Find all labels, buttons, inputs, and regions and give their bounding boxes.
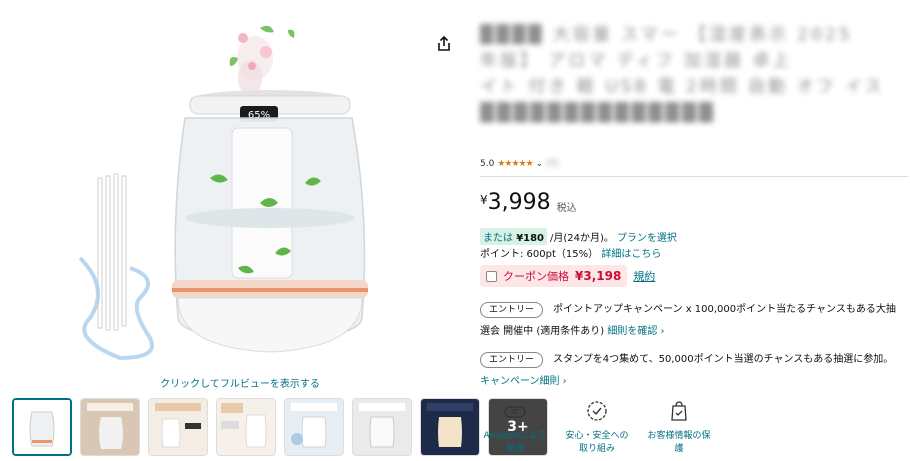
coupon-checkbox[interactable]	[486, 270, 497, 282]
rating-row[interactable]: 5.0 ★★★★★ ⌄ (5)	[480, 159, 559, 169]
entry-button-1[interactable]: エントリー	[480, 302, 544, 318]
entry-button-2[interactable]: エントリー	[480, 352, 544, 368]
installment-badge: または ¥180	[480, 228, 548, 245]
star-rating-icon: ★★★★★	[497, 159, 533, 169]
feature-label-3: お客様情報の保護	[647, 431, 711, 454]
thumbnail-7[interactable]	[420, 398, 480, 456]
promo-2-text: スタンプを4つ集めて、50,000ポイント当選のチャンスもある抽選に参加。	[553, 354, 894, 365]
thumbnail-strip: 3+	[12, 398, 548, 458]
feature-amazon-shipping[interactable]: Amazonによる発送	[480, 398, 550, 456]
promo-2-link[interactable]: キャンペーン細則 ›	[480, 376, 567, 387]
installment-plan-link[interactable]: プランを選択	[617, 229, 677, 244]
points-details-link[interactable]: 詳細はこちら	[601, 249, 661, 260]
promo-1-link[interactable]: 細則を確認 ›	[607, 326, 664, 337]
coupon-price: ¥3,198	[575, 269, 622, 283]
thumbnail-1[interactable]	[12, 398, 72, 456]
title-line-1: ████ 大容量 スマー 【湿度表示 2025	[480, 25, 853, 45]
filter-sticks	[97, 173, 127, 331]
price: ¥ 3,998 税込	[480, 190, 577, 215]
tax-label: 税込	[556, 203, 577, 214]
divider	[480, 176, 908, 177]
promo-1-text: ポイントアップキャンペーン x 100,000ポイント当たるチャンスもある大抽	[553, 304, 896, 315]
installment-amount: ¥180	[516, 233, 545, 244]
thumbnail-2[interactable]	[80, 398, 140, 456]
installment-suffix: /月(24か月)。	[550, 233, 614, 244]
rating-value: 5.0	[480, 159, 495, 169]
currency-symbol: ¥	[480, 193, 488, 207]
promo-1-text2: 選会 開催中 (適用条件あり)	[480, 326, 605, 337]
coupon-terms-link[interactable]: 規約	[633, 268, 655, 284]
feature-label-2: 安心・安全への取り組み	[565, 431, 629, 454]
lock-bag-icon	[671, 401, 687, 421]
thumbnail-5[interactable]	[284, 398, 344, 456]
mist-flowers	[229, 25, 295, 96]
title-line-4: ██████████████	[480, 102, 716, 123]
thumbnail-4[interactable]	[216, 398, 276, 456]
installment-row: または ¥180 /月(24か月)。 プランを選択	[480, 228, 677, 245]
feature-privacy[interactable]: お客様情報の保護	[644, 398, 714, 456]
feature-label-1: Amazonによる発送	[483, 431, 547, 454]
coupon-box[interactable]: クーポン価格 ¥3,198	[480, 265, 628, 287]
humidifier-illustration: 65%	[78, 25, 368, 361]
points-text: ポイント: 600pt（15%）	[480, 249, 599, 260]
shield-check-icon	[587, 401, 607, 421]
truck-icon	[504, 406, 526, 418]
chevron-down-icon: ⌄	[535, 159, 544, 169]
product-details: ████ 大容量 スマー 【湿度表示 2025 年版】 アロマ ディフ 加湿器 …	[480, 0, 910, 461]
thumbnail-6[interactable]	[352, 398, 412, 456]
rating-count[interactable]: (5)	[546, 159, 559, 169]
promo-1: エントリー ポイントアップキャンペーン x 100,000ポイント当たるチャンスも…	[480, 299, 910, 343]
price-amount: 3,998	[487, 190, 551, 215]
image-caption-link[interactable]: クリックしてフルビューを表示する	[120, 375, 360, 390]
feature-safety[interactable]: 安心・安全への取り組み	[562, 398, 632, 456]
product-title: ████ 大容量 スマー 【湿度表示 2025 年版】 アロマ ディフ 加湿器 …	[480, 18, 908, 138]
coupon-label: クーポン価格	[503, 270, 569, 283]
coupon-row: クーポン価格 ¥3,198 規約	[480, 265, 655, 287]
installment-prefix: または	[483, 233, 513, 244]
trust-features: Amazonによる発送 安心・安全への取り組み お客様情報の保護	[480, 398, 714, 456]
title-line-2: 年版】 アロマ ディフ 加湿器 卓上	[480, 51, 793, 71]
thumbnail-3[interactable]	[148, 398, 208, 456]
product-main-image[interactable]: 65%	[60, 18, 410, 370]
promo-2: エントリー スタンプを4つ集めて、50,000ポイント当選のチャンスもある抽選に参…	[480, 349, 910, 393]
points-row: ポイント: 600pt（15%） 詳細はこちら	[480, 245, 661, 260]
title-line-3: イト 付き 軽 USB 電 2時間 自動 オフ イス	[480, 77, 885, 97]
share-icon[interactable]	[436, 36, 452, 52]
